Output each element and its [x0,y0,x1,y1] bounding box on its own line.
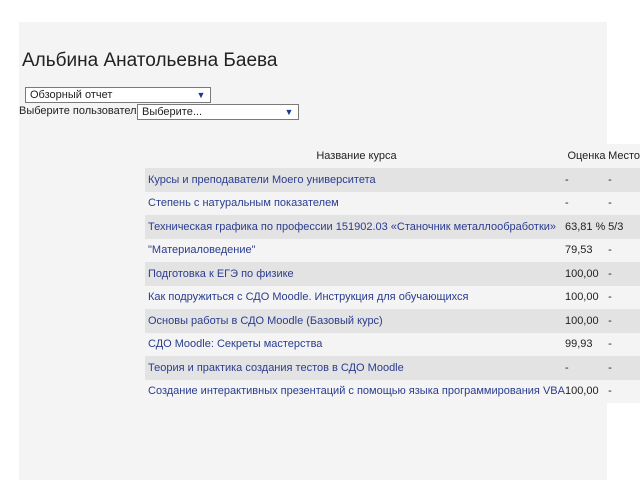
report-type-value: Обзорный отчет [30,89,113,101]
grade-cell: - [564,361,569,374]
course-link[interactable]: Теория и практика создания тестов в СДО … [148,362,404,374]
report-type-select[interactable]: Обзорный отчет ▼ [25,87,211,103]
table-row: Техническая графика по профессии 151902.… [145,215,640,239]
course-link[interactable]: "Материаловедение" [148,244,256,256]
table-header-row: Название курса Оценка Место [145,144,640,168]
user-select-value: Выберите... [142,106,203,118]
course-link[interactable]: Техническая графика по профессии 151902.… [148,221,556,233]
rank-cell: 5/3 [608,220,624,233]
grade-cell: 100,00 [564,291,599,304]
course-link[interactable]: СДО Moodle: Секреты мастерства [148,338,322,350]
page-title: Альбина Анатольевна Баева [22,49,278,71]
grade-cell: - [564,173,569,186]
column-header-rank[interactable]: Место [608,144,640,168]
course-link[interactable]: Основы работы в СДО Moodle (Базовый курс… [148,315,383,327]
course-link[interactable]: Степень с натуральным показателем [148,197,339,209]
grade-cell: - [564,197,569,210]
table-row: "Материаловедение" 79,53 - [145,238,640,262]
rank-cell: - [608,197,612,210]
user-select[interactable]: Выберите... ▼ [137,104,299,120]
user-select-label: Выберите пользователя [19,105,143,117]
column-header-grade[interactable]: Оценка [565,144,608,168]
course-link[interactable]: Курсы и преподаватели Moeгo университета [148,174,376,186]
chevron-down-icon: ▼ [196,90,206,100]
table-row: Теория и практика создания тестов в СДО … [145,356,640,380]
table-row: Как подружиться с СДО Moodle. Инструкция… [145,285,640,309]
rank-cell: - [608,267,612,280]
grade-cell: 100,00 [564,385,599,398]
table-row: Степень с натуральным показателем - - [145,191,640,215]
rank-cell: - [608,385,612,398]
table-row: Курсы и преподаватели Moeгo университета… [145,168,640,192]
grade-cell: 79,53 [564,244,593,257]
course-link[interactable]: Подготовка к ЕГЭ по физике [148,268,294,280]
rank-cell: - [608,361,612,374]
rank-cell: - [608,291,612,304]
table-row: Основы работы в СДО Moodle (Базовый курс… [145,309,640,333]
rank-cell: - [608,338,612,351]
table-row: СДО Moodle: Секреты мастерства 99,93 - [145,332,640,356]
course-link[interactable]: Как подружиться с СДО Moodle. Инструкция… [148,291,469,303]
rank-cell: - [608,244,612,257]
column-header-course[interactable]: Название курса [145,144,565,168]
rank-cell: - [608,173,612,186]
grade-cell: 63,81 % [564,220,606,233]
grade-cell: 100,00 [564,314,599,327]
course-link[interactable]: Создание интерактивных презентаций с пом… [148,385,565,397]
rank-cell: - [608,314,612,327]
chevron-down-icon: ▼ [284,107,294,117]
grade-cell: 100,00 [564,267,599,280]
table-row: Подготовка к ЕГЭ по физике 100,00 - [145,262,640,286]
grade-cell: 99,93 [564,338,593,351]
grades-table: Название курса Оценка Место Курсы и преп… [145,144,640,403]
table-row: Создание интерактивных презентаций с пом… [145,379,640,403]
